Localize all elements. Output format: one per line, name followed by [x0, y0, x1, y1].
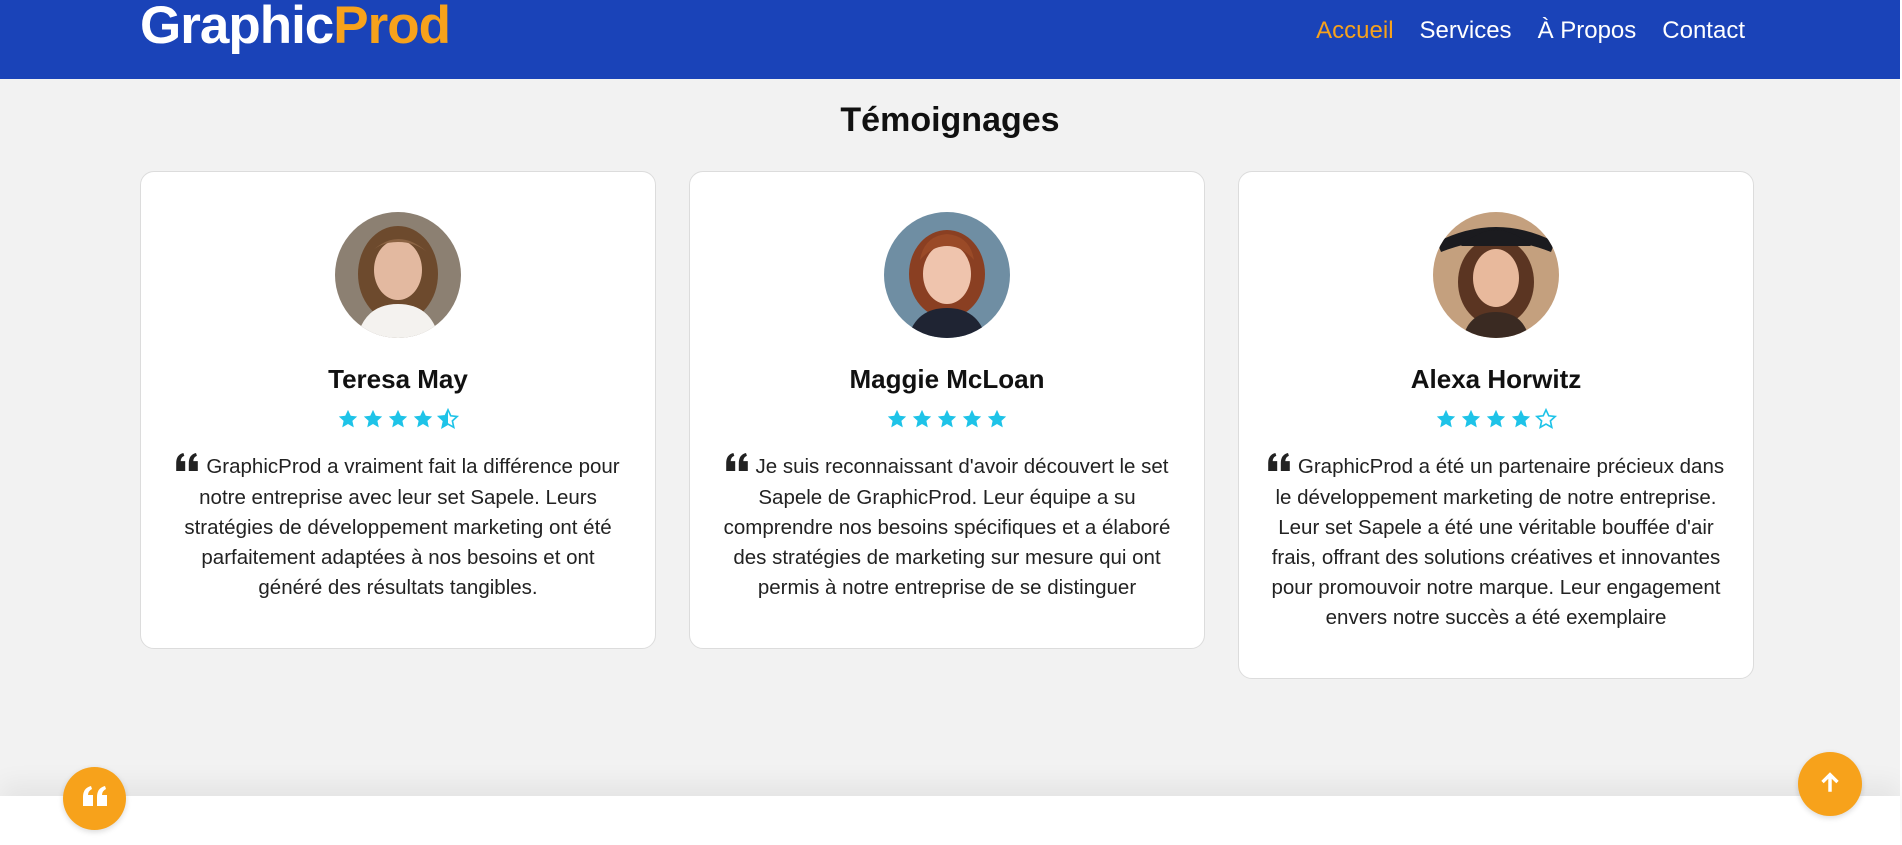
- next-section-panel: [0, 796, 1900, 845]
- star-half-icon: [436, 408, 460, 429]
- avatar: [884, 212, 1010, 338]
- quote-text: Je suis reconnaissant d'avoir découvert …: [723, 455, 1171, 599]
- star-icon: [1511, 409, 1531, 428]
- testimonial-quote: GraphicProd a été un partenaire précieux…: [1265, 452, 1727, 633]
- logo-part-graphic: Graphic: [140, 0, 334, 55]
- star-icon: [912, 409, 932, 428]
- arrow-up-icon: [1817, 769, 1843, 800]
- rating-stars: [1239, 408, 1753, 432]
- nav-link-services[interactable]: Services: [1420, 14, 1512, 48]
- quote-left-icon: [176, 450, 199, 480]
- nav-link-contact[interactable]: Contact: [1662, 14, 1745, 48]
- quote-left-icon: [1268, 450, 1290, 480]
- testimonial-name: Maggie McLoan: [849, 364, 1045, 394]
- site-header: GraphicProd Accueil Services À Propos Co…: [0, 0, 1900, 79]
- star-icon: [1436, 409, 1456, 428]
- star-icon: [388, 409, 408, 428]
- star-outline-icon: [1534, 408, 1558, 429]
- testimonial-card: Alexa Horwitz GraphicProd a été un parte…: [1238, 171, 1754, 679]
- quote-text: GraphicProd a été un partenaire précieux…: [1271, 455, 1725, 629]
- star-icon: [937, 409, 957, 428]
- quote-left-icon: [725, 450, 748, 480]
- logo-part-prod: Prod: [333, 0, 451, 55]
- floating-quote-button[interactable]: [63, 767, 126, 830]
- nav-link-accueil[interactable]: Accueil: [1316, 14, 1393, 48]
- testimonial-card: Maggie McLoan Je suis reconnaissant d'av…: [689, 171, 1205, 649]
- testimonial-quote: Je suis reconnaissant d'avoir découvert …: [716, 452, 1178, 603]
- avatar: [335, 212, 461, 338]
- nav-link-a-propos[interactable]: À Propos: [1538, 14, 1637, 48]
- main-nav: Accueil Services À Propos Contact: [1316, 14, 1745, 48]
- section-title: Témoignages: [840, 101, 1060, 139]
- star-icon: [413, 409, 433, 428]
- star-icon: [1461, 409, 1481, 428]
- star-icon: [987, 409, 1007, 428]
- testimonial-card: Teresa May GraphicProd a vraiment fait l…: [140, 171, 656, 649]
- back-to-top-button[interactable]: [1798, 752, 1862, 816]
- quote-left-icon: [82, 786, 107, 811]
- star-icon: [363, 409, 383, 428]
- rating-stars: [690, 408, 1204, 432]
- star-icon: [1486, 409, 1506, 428]
- rating-stars: [141, 408, 655, 432]
- star-icon: [887, 409, 907, 428]
- testimonial-quote: GraphicProd a vraiment fait la différenc…: [167, 452, 629, 603]
- testimonial-name: Teresa May: [328, 364, 468, 394]
- testimonial-name: Alexa Horwitz: [1410, 364, 1582, 394]
- quote-text: GraphicProd a vraiment fait la différenc…: [184, 455, 620, 599]
- star-icon: [962, 409, 982, 428]
- site-logo[interactable]: GraphicProd: [140, 0, 451, 56]
- star-icon: [338, 409, 358, 428]
- avatar: [1433, 212, 1559, 338]
